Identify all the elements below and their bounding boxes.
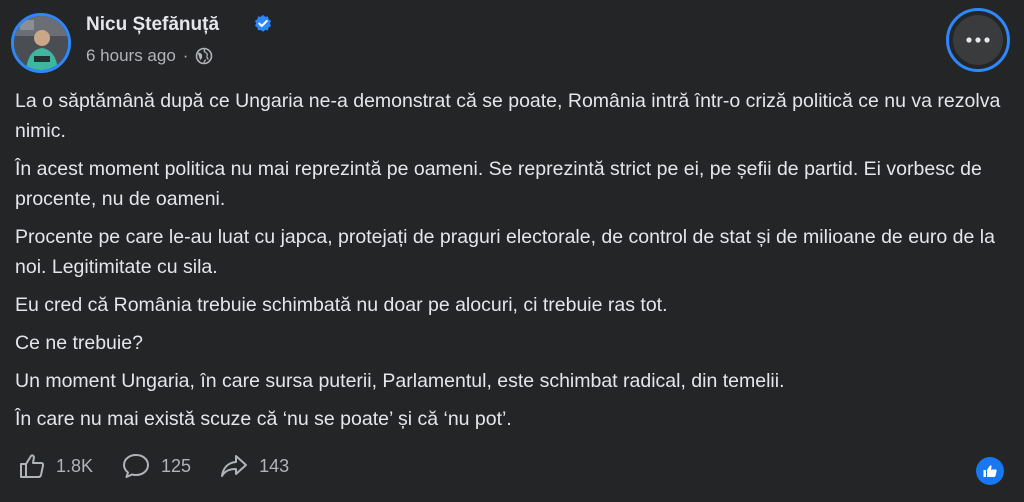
like-reaction-badge[interactable] — [976, 457, 1004, 485]
like-count: 1.8K — [56, 455, 94, 476]
post-meta: 6 hours ago · — [86, 46, 213, 66]
thumbs-up-icon — [20, 454, 45, 478]
more-options-icon — [953, 15, 1003, 65]
thumbs-up-icon — [983, 465, 997, 477]
post-time[interactable]: 6 hours ago — [86, 46, 176, 66]
post-paragraph: Procente pe care le-au luat cu japca, pr… — [15, 226, 995, 278]
post-paragraph: Un moment Ungaria, în care sursa puterii… — [15, 370, 785, 392]
comment-count: 125 — [161, 455, 192, 476]
comment-icon — [123, 454, 150, 478]
share-button[interactable]: 143 — [219, 452, 289, 480]
meta-separator: · — [182, 46, 189, 65]
post-paragraph: În acest moment politica nu mai reprezin… — [15, 158, 982, 210]
share-icon — [221, 455, 248, 477]
share-count: 143 — [259, 455, 290, 476]
post-paragraph: La o săptămână după ce Ungaria ne-a demo… — [15, 90, 1001, 142]
author-name[interactable]: Nicu Ștefănuță — [86, 14, 219, 36]
post-paragraph: În care nu mai există scuze că ‘nu se po… — [15, 408, 512, 430]
more-options-button[interactable] — [946, 8, 1010, 72]
like-button[interactable]: 1.8K — [18, 452, 93, 480]
verified-badge-icon — [255, 15, 271, 32]
post-paragraph: Eu cred că România trebuie schimbată nu … — [15, 294, 668, 316]
post-paragraph: Ce ne trebuie? — [15, 332, 143, 354]
post-actions: 1.8K 125 143 — [18, 452, 317, 480]
post-body: La o săptămână după ce Ungaria ne-a demo… — [15, 86, 1005, 442]
comment-button[interactable]: 125 — [121, 452, 191, 480]
author-avatar[interactable] — [11, 13, 71, 73]
globe-icon[interactable] — [195, 47, 213, 65]
